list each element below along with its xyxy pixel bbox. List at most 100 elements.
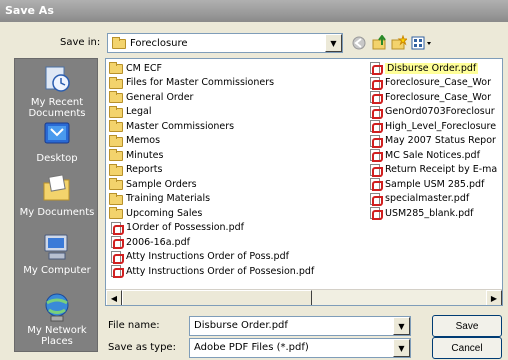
- pdf-file-icon: [368, 149, 383, 163]
- file-item[interactable]: Atty Instructions Order of Poss.pdf: [109, 250, 314, 265]
- place-recent-documents[interactable]: My Recent Documents: [15, 63, 99, 119]
- network-places-icon: [41, 291, 73, 323]
- folder-icon: [109, 192, 123, 205]
- folder-item[interactable]: Files for Master Commissioners: [109, 76, 314, 91]
- file-name-text: General Order: [126, 91, 194, 103]
- my-documents-icon: [41, 173, 73, 205]
- file-name-field[interactable]: Disburse Order.pdf ▼: [189, 316, 411, 336]
- file-item[interactable]: GenOrd0703Foreclosur: [368, 105, 497, 120]
- folder-item[interactable]: Upcoming Sales: [109, 206, 314, 221]
- back-icon[interactable]: [350, 34, 368, 52]
- file-name-text: 1Order of Possession.pdf: [126, 222, 244, 234]
- file-name-text: specialmaster.pdf: [385, 193, 470, 205]
- folder-icon: [109, 163, 123, 176]
- pdf-file-icon: [109, 265, 124, 279]
- folder-icon: [109, 149, 123, 162]
- file-item[interactable]: Disburse Order.pdf: [368, 61, 497, 76]
- window-title: Save As: [5, 4, 54, 17]
- folder-item[interactable]: Sample Orders: [109, 177, 314, 192]
- folder-item[interactable]: Minutes: [109, 148, 314, 163]
- pdf-file-icon: [368, 62, 383, 76]
- file-name-text: USM285_blank.pdf: [385, 207, 474, 219]
- file-name-text: Legal: [126, 106, 152, 118]
- file-name-text: Minutes: [126, 149, 164, 161]
- pdf-file-icon: [368, 134, 383, 148]
- place-label: My Network Places: [27, 325, 87, 347]
- file-item[interactable]: specialmaster.pdf: [368, 192, 497, 207]
- folder-icon: [109, 134, 123, 147]
- folder-item[interactable]: Master Commissioners: [109, 119, 314, 134]
- file-name-text: Master Commissioners: [126, 120, 235, 132]
- pdf-file-icon: [368, 192, 383, 206]
- folder-icon: [109, 76, 123, 89]
- horizontal-scrollbar[interactable]: ◀ ▶: [106, 289, 502, 305]
- chevron-down-icon[interactable]: ▼: [393, 317, 410, 335]
- file-name-text: Files for Master Commissioners: [126, 77, 275, 89]
- file-name-text: GenOrd0703Foreclosur: [385, 106, 495, 118]
- chevron-down-icon[interactable]: ▼: [325, 34, 342, 52]
- file-name-value: Disburse Order.pdf: [194, 320, 288, 331]
- pdf-file-icon: [109, 250, 124, 264]
- file-item[interactable]: Foreclosure_Case_Wor: [368, 90, 497, 105]
- scroll-left-icon[interactable]: ◀: [106, 290, 122, 305]
- folder-item[interactable]: Legal: [109, 105, 314, 120]
- place-label: My Recent Documents: [28, 97, 86, 119]
- cancel-button[interactable]: Cancel: [432, 337, 502, 359]
- file-item[interactable]: Sample USM 285.pdf: [368, 177, 497, 192]
- pdf-file-icon: [109, 221, 124, 235]
- file-name-text: 2006-16a.pdf: [126, 236, 190, 248]
- file-item[interactable]: USM285_blank.pdf: [368, 206, 497, 221]
- place-label: Desktop: [36, 153, 78, 164]
- folder-icon: [109, 120, 123, 133]
- save-in-label: Save in:: [60, 37, 101, 48]
- places-bar: My Recent Documents Desktop My Documents…: [14, 58, 98, 352]
- folder-icon: [109, 207, 123, 220]
- place-my-computer[interactable]: My Computer: [15, 231, 99, 276]
- pdf-file-icon: [368, 76, 383, 90]
- chevron-down-icon[interactable]: ▼: [393, 339, 410, 357]
- scroll-right-icon[interactable]: ▶: [486, 290, 502, 305]
- desktop-icon: [41, 119, 73, 151]
- views-menu-icon[interactable]: [410, 34, 434, 52]
- save-as-type-label: Save as type:: [108, 342, 176, 353]
- file-item[interactable]: Foreclosure_Case_Wor: [368, 76, 497, 91]
- file-item[interactable]: MC Sale Notices.pdf: [368, 148, 497, 163]
- save-in-value: Foreclosure: [130, 37, 188, 49]
- folder-item[interactable]: Reports: [109, 163, 314, 178]
- file-name-text: Training Materials: [126, 193, 211, 205]
- folder-item[interactable]: Memos: [109, 134, 314, 149]
- place-my-documents[interactable]: My Documents: [15, 173, 99, 218]
- folder-icon: [112, 37, 126, 49]
- folder-item[interactable]: Training Materials: [109, 192, 314, 207]
- file-item[interactable]: Atty Instructions Order of Possesion.pdf: [109, 264, 314, 279]
- scroll-thumb[interactable]: [122, 290, 312, 305]
- folder-icon: [109, 178, 123, 191]
- file-item[interactable]: Return Receipt by E-ma: [368, 163, 497, 178]
- up-folder-icon[interactable]: [371, 34, 389, 52]
- pdf-file-icon: [368, 163, 383, 177]
- file-name-text: Upcoming Sales: [126, 207, 203, 219]
- place-label: My Computer: [23, 265, 91, 276]
- folder-item[interactable]: General Order: [109, 90, 314, 105]
- new-folder-icon[interactable]: [390, 34, 408, 52]
- place-network[interactable]: My Network Places: [15, 291, 99, 347]
- file-name-text: Memos: [126, 135, 161, 147]
- pdf-file-icon: [109, 236, 124, 250]
- save-in-dropdown[interactable]: Foreclosure ▼: [107, 33, 343, 53]
- pdf-file-icon: [368, 105, 383, 119]
- folder-icon: [109, 91, 123, 104]
- file-item[interactable]: 1Order of Possession.pdf: [109, 221, 314, 236]
- save-as-type-value: Adobe PDF Files (*.pdf): [194, 342, 309, 353]
- file-list[interactable]: CM ECF Files for Master Commissioners Gene…: [105, 58, 503, 306]
- file-name-label: File name:: [108, 320, 160, 331]
- title-bar: Save As: [0, 0, 508, 22]
- pdf-file-icon: [368, 207, 383, 221]
- file-item[interactable]: 2006-16a.pdf: [109, 235, 314, 250]
- folder-item[interactable]: CM ECF: [109, 61, 314, 76]
- folder-icon: [109, 62, 123, 75]
- save-button[interactable]: Save: [432, 315, 502, 337]
- save-as-type-select[interactable]: Adobe PDF Files (*.pdf) ▼: [189, 338, 411, 358]
- place-desktop[interactable]: Desktop: [15, 119, 99, 164]
- file-item[interactable]: High_Level_Foreclosure: [368, 119, 497, 134]
- file-item[interactable]: May 2007 Status Repor: [368, 134, 497, 149]
